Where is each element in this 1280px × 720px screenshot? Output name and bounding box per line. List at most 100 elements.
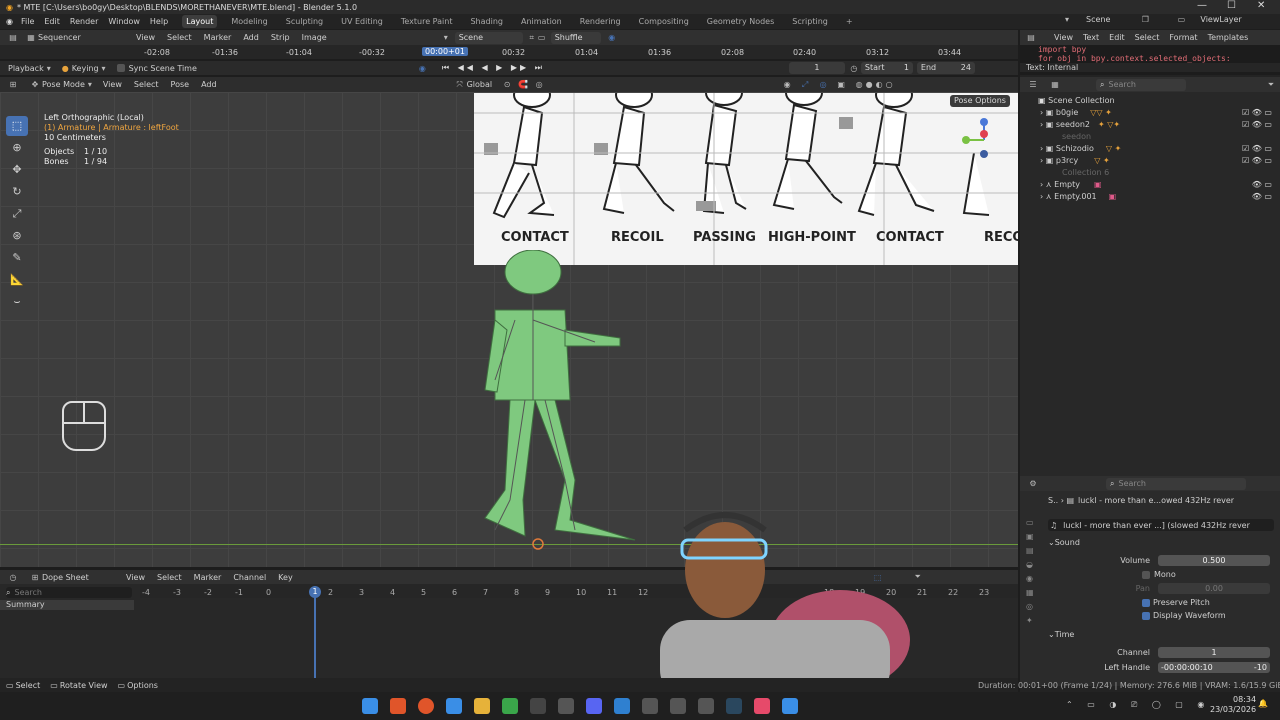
menu-render[interactable]: Render: [70, 17, 98, 26]
shading-solid-icon[interactable]: ●: [864, 80, 874, 89]
seq-menu-marker[interactable]: Marker: [204, 33, 232, 42]
tab-texture-paint[interactable]: Texture Paint: [397, 15, 457, 28]
scale-tool-icon[interactable]: ⤢: [6, 204, 28, 224]
display-mode-icon[interactable]: ▦: [1050, 80, 1060, 89]
playback-controls[interactable]: ⏮ ◀◀ ◀ ▶ ▶▶ ⏭: [442, 63, 545, 73]
current-frame-field[interactable]: 1: [788, 62, 845, 74]
cursor-tool-icon[interactable]: ⊕: [6, 138, 28, 158]
render-tab-icon[interactable]: ▣: [1026, 530, 1038, 544]
time-section-header[interactable]: ⌄ Time: [1048, 630, 1276, 639]
shading-wire-icon[interactable]: ◍: [854, 80, 864, 89]
tab-layout[interactable]: Layout: [182, 15, 218, 28]
seq-menu-add[interactable]: Add: [243, 33, 259, 42]
properties-search[interactable]: ⌕ Search: [1106, 477, 1246, 490]
tab-scripting[interactable]: Scripting: [788, 15, 832, 28]
editor-type-icon[interactable]: ⚙: [1028, 479, 1038, 488]
vp-menu-view[interactable]: View: [103, 80, 122, 89]
preserve-pitch-checkbox[interactable]: [1142, 598, 1150, 607]
left-handle-field[interactable]: -00:00:00:10 -10: [1158, 662, 1270, 673]
ds-menu-view[interactable]: View: [126, 573, 145, 582]
tab-shading[interactable]: Shading: [466, 15, 507, 28]
txt-menu-view[interactable]: View: [1054, 33, 1073, 42]
dope-sheet-playhead[interactable]: [314, 586, 316, 678]
proportional-edit-icon[interactable]: ◎: [534, 80, 544, 89]
brave-icon[interactable]: [390, 698, 406, 714]
mode-selector[interactable]: Pose Mode: [42, 80, 85, 89]
clock[interactable]: 08:34 23/03/2026: [1210, 695, 1256, 715]
outliner-root[interactable]: ▣ Scene Collection: [1020, 95, 1280, 107]
shading-render-icon[interactable]: ○: [884, 80, 894, 89]
seq-menu-view[interactable]: View: [136, 33, 155, 42]
tab-sculpting[interactable]: Sculpting: [282, 15, 327, 28]
scene-tab-icon[interactable]: ◒: [1026, 558, 1038, 572]
menu-file[interactable]: File: [21, 17, 34, 26]
txt-menu-text[interactable]: Text: [1083, 33, 1099, 42]
outliner-item[interactable]: › ▣ seedon2 ✦ ▽✦ ☑ 👁 ▭: [1020, 119, 1280, 131]
visibility-icon[interactable]: ◉: [782, 80, 792, 89]
orientation-selector[interactable]: Global: [467, 80, 493, 89]
discord-icon[interactable]: [586, 698, 602, 714]
outliner-item[interactable]: › ⋏ Empty ▣ 👁 ▭: [1020, 179, 1280, 191]
outliner[interactable]: ☰ ▦ ⌕ Search ⏷ ▣ Scene Collection › ▣ b0…: [1020, 77, 1280, 477]
outliner-item[interactable]: Collection 6: [1020, 167, 1280, 179]
ds-menu-key[interactable]: Key: [278, 573, 293, 582]
txt-menu-select[interactable]: Select: [1135, 33, 1160, 42]
properties-editor[interactable]: ⚙ ⌕ Search ▭ ▣ ▤ ◒ ◉ ▦ ◎ ✦ S.. › ▤ luckl - more…: [1020, 476, 1280, 686]
snap-icon[interactable]: ⌗: [527, 33, 537, 43]
mono-checkbox[interactable]: [1142, 570, 1150, 579]
vp-menu-add[interactable]: Add: [201, 80, 217, 89]
rotate-tool-icon[interactable]: ↻: [6, 182, 28, 202]
overlap-icon[interactable]: ▭: [537, 33, 547, 42]
editor-type-icon[interactable]: ⊞: [8, 80, 18, 89]
menu-edit[interactable]: Edit: [44, 17, 60, 26]
channel-search[interactable]: ⌕ Search: [6, 587, 132, 598]
outliner-item[interactable]: › ▣ p3rcy ▽ ✦ ☑ 👁 ▭: [1020, 155, 1280, 167]
outliner-search[interactable]: ⌕ Search: [1096, 78, 1186, 91]
record-button[interactable]: ◉: [419, 64, 426, 73]
data-tab-icon[interactable]: ✦: [1026, 614, 1038, 628]
start-icon[interactable]: [362, 698, 378, 714]
filter-icon[interactable]: ⏷: [1266, 80, 1276, 90]
steam-icon[interactable]: [726, 698, 742, 714]
world-tab-icon[interactable]: ◉: [1026, 572, 1038, 586]
keying-menu[interactable]: Keying: [72, 64, 99, 73]
seq-menu-select[interactable]: Select: [167, 33, 192, 42]
blender-menu-icon[interactable]: ◉: [6, 17, 13, 26]
overlap-mode[interactable]: Shuffle: [550, 31, 601, 44]
gizmo-icon[interactable]: ⤢: [800, 80, 810, 90]
folder-icon[interactable]: [474, 698, 490, 714]
output-tab-icon[interactable]: ▤: [1026, 544, 1038, 558]
outliner-item[interactable]: › ⋏ Empty.001 ▣ 👁 ▭: [1020, 191, 1280, 203]
dope-sheet-mode[interactable]: Dope Sheet: [42, 573, 116, 582]
vp-menu-select[interactable]: Select: [134, 80, 159, 89]
editor-type-icon[interactable]: ☰: [1028, 80, 1038, 89]
pivot-icon[interactable]: ⊙: [502, 80, 512, 89]
outliner-item[interactable]: seedon: [1020, 131, 1280, 143]
ds-menu-marker[interactable]: Marker: [194, 573, 222, 582]
shading-material-icon[interactable]: ◐: [874, 80, 884, 89]
move-tool-icon[interactable]: ✥: [6, 160, 28, 180]
tab-compositing[interactable]: Compositing: [635, 15, 693, 28]
seq-playhead[interactable]: 00:00+01: [422, 47, 468, 56]
editor-type-icon[interactable]: ▤: [1026, 33, 1036, 42]
maximize-icon[interactable]: ☐: [1227, 0, 1236, 11]
pose-options-button[interactable]: Pose Options: [950, 95, 1010, 107]
tab-rendering[interactable]: Rendering: [576, 15, 625, 28]
add-workspace-icon[interactable]: +: [842, 15, 857, 28]
tab-modeling[interactable]: Modeling: [227, 15, 271, 28]
start-field[interactable]: Start 1: [860, 62, 913, 74]
app-icon[interactable]: [670, 698, 686, 714]
seq-menu-strip[interactable]: Strip: [271, 33, 290, 42]
select-tool-icon[interactable]: ⬚: [6, 116, 28, 136]
seq-menu-image[interactable]: Image: [302, 33, 327, 42]
app-icon[interactable]: [698, 698, 714, 714]
close-icon[interactable]: ✕: [1257, 0, 1265, 11]
outliner-item[interactable]: › ▣ b0gie ▽▽ ✦ ☑ 👁 ▭: [1020, 107, 1280, 119]
outliner-item[interactable]: › ▣ Schizodio ▽ ✦ ☑ 👁 ▭: [1020, 143, 1280, 155]
txt-menu-edit[interactable]: Edit: [1109, 33, 1125, 42]
view-layer-name[interactable]: ViewLayer: [1200, 15, 1241, 24]
checkmark-icon[interactable]: [446, 698, 462, 714]
editor-type-icon[interactable]: ▤: [8, 33, 18, 42]
strip-name-field[interactable]: ♫ luckl - more than ever ...] (slowed 43…: [1048, 519, 1274, 531]
overlay-icon[interactable]: ◎: [818, 80, 828, 89]
